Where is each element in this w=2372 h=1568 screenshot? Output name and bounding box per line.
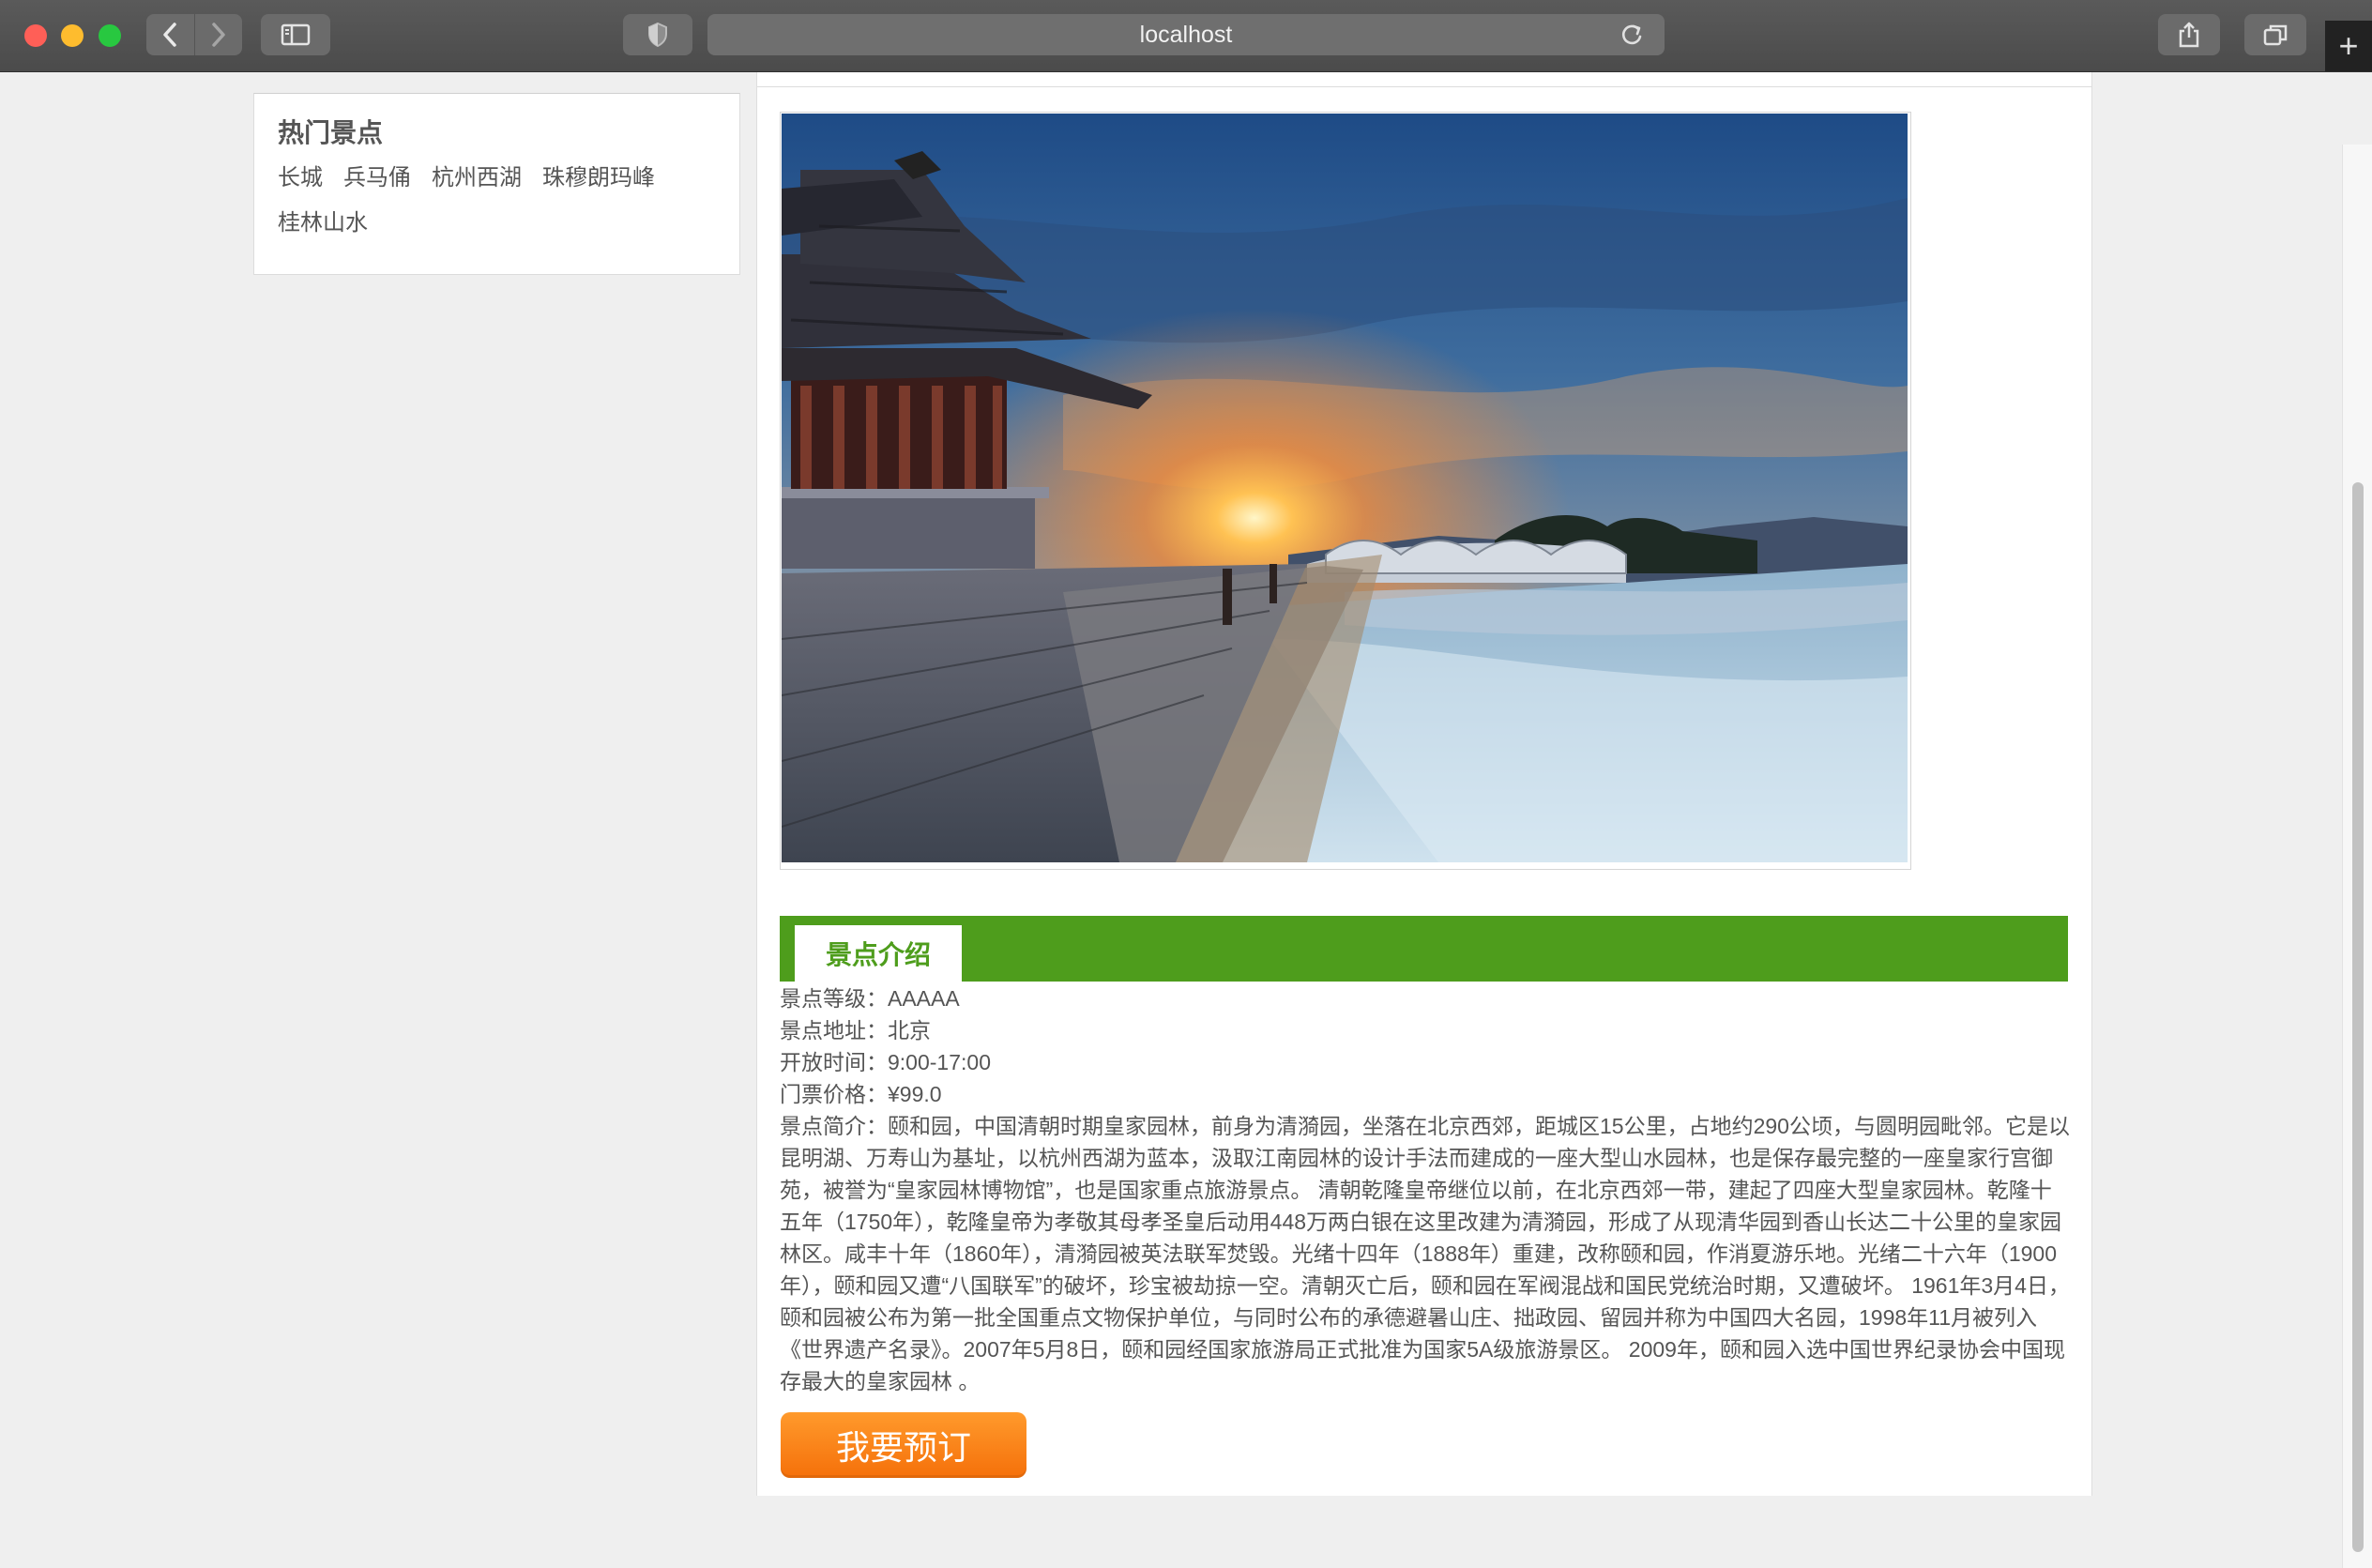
zoom-window-button[interactable]	[99, 24, 121, 47]
share-icon	[2179, 22, 2199, 48]
scrollbar-thumb[interactable]	[2352, 482, 2364, 1552]
page-scrollbar[interactable]	[2342, 145, 2372, 1568]
hot-link-guilin[interactable]: 桂林山水	[278, 208, 368, 238]
info-row-level: 景点等级：AAAAA	[780, 982, 2070, 1014]
show-sidebar-button[interactable]	[261, 14, 330, 55]
reload-icon[interactable]	[1618, 21, 1646, 49]
description-text: 颐和园，中国清朝时期皇家园林，前身为清漪园，坐落在北京西郊，距城区15公里，占地…	[780, 1114, 2070, 1393]
privacy-report-button[interactable]	[623, 14, 692, 55]
browser-toolbar: localhost +	[0, 0, 2372, 72]
chevron-left-icon	[163, 23, 176, 47]
price-label: 门票价格：	[780, 1082, 888, 1106]
plus-icon: +	[2338, 26, 2359, 65]
attraction-info: 景点等级：AAAAA 景点地址：北京 开放时间：9:00-17:00 门票价格：…	[780, 982, 2070, 1397]
minimize-window-button[interactable]	[61, 24, 84, 47]
tabs-icon	[2263, 24, 2288, 46]
hours-value: 9:00-17:00	[888, 1050, 991, 1074]
shield-icon	[648, 22, 667, 48]
attraction-photo-frame	[780, 112, 1911, 870]
history-nav	[146, 14, 242, 55]
price-value: ¥99.0	[888, 1082, 942, 1106]
sidebar-icon	[281, 23, 311, 46]
level-label: 景点等级：	[780, 986, 888, 1011]
book-now-button[interactable]: 我要预订	[781, 1412, 1026, 1478]
hours-label: 开放时间：	[780, 1050, 888, 1074]
forward-button[interactable]	[193, 14, 243, 55]
divider	[757, 86, 2091, 87]
hot-link-great-wall[interactable]: 长城	[278, 163, 323, 193]
hot-attractions-title: 热门景点	[278, 118, 384, 147]
page-viewport: 热门景点 长城 兵马俑 杭州西湖 珠穆朗玛峰 桂林山水 景点介绍 景点等级：AA…	[0, 72, 2372, 1568]
info-row-description: 景点简介：颐和园，中国清朝时期皇家园林，前身为清漪园，坐落在北京西郊，距城区15…	[780, 1110, 2070, 1397]
tab-overview-button[interactable]	[2244, 14, 2306, 55]
close-window-button[interactable]	[24, 24, 47, 47]
hot-link-everest[interactable]: 珠穆朗玛峰	[542, 163, 655, 193]
address-label: 景点地址：	[780, 1018, 888, 1043]
attraction-photo	[782, 114, 1908, 862]
hot-link-west-lake[interactable]: 杭州西湖	[432, 163, 522, 193]
share-button[interactable]	[2158, 14, 2220, 55]
hot-attractions-list: 长城 兵马俑 杭州西湖 珠穆朗玛峰 桂林山水	[278, 163, 719, 253]
info-row-hours: 开放时间：9:00-17:00	[780, 1046, 2070, 1078]
address-bar[interactable]: localhost	[707, 14, 1665, 55]
info-row-price: 门票价格：¥99.0	[780, 1078, 2070, 1110]
back-button[interactable]	[146, 14, 194, 55]
address-value: 北京	[888, 1018, 931, 1043]
new-tab-button[interactable]: +	[2325, 21, 2372, 71]
url-text: localhost	[1139, 21, 1233, 48]
description-label: 景点简介：	[780, 1114, 888, 1138]
level-value: AAAAA	[888, 986, 960, 1011]
chevron-right-icon	[212, 23, 225, 47]
info-row-address: 景点地址：北京	[780, 1014, 2070, 1046]
hot-attractions-panel: 热门景点 长城 兵马俑 杭州西湖 珠穆朗玛峰 桂林山水	[253, 93, 740, 275]
attraction-detail: 景点介绍 景点等级：AAAAA 景点地址：北京 开放时间：9:00-17:00 …	[756, 72, 2092, 1496]
tab-attraction-intro[interactable]: 景点介绍	[795, 925, 962, 982]
section-header-bar: 景点介绍	[780, 916, 2068, 982]
hot-link-terracotta[interactable]: 兵马俑	[343, 163, 411, 193]
